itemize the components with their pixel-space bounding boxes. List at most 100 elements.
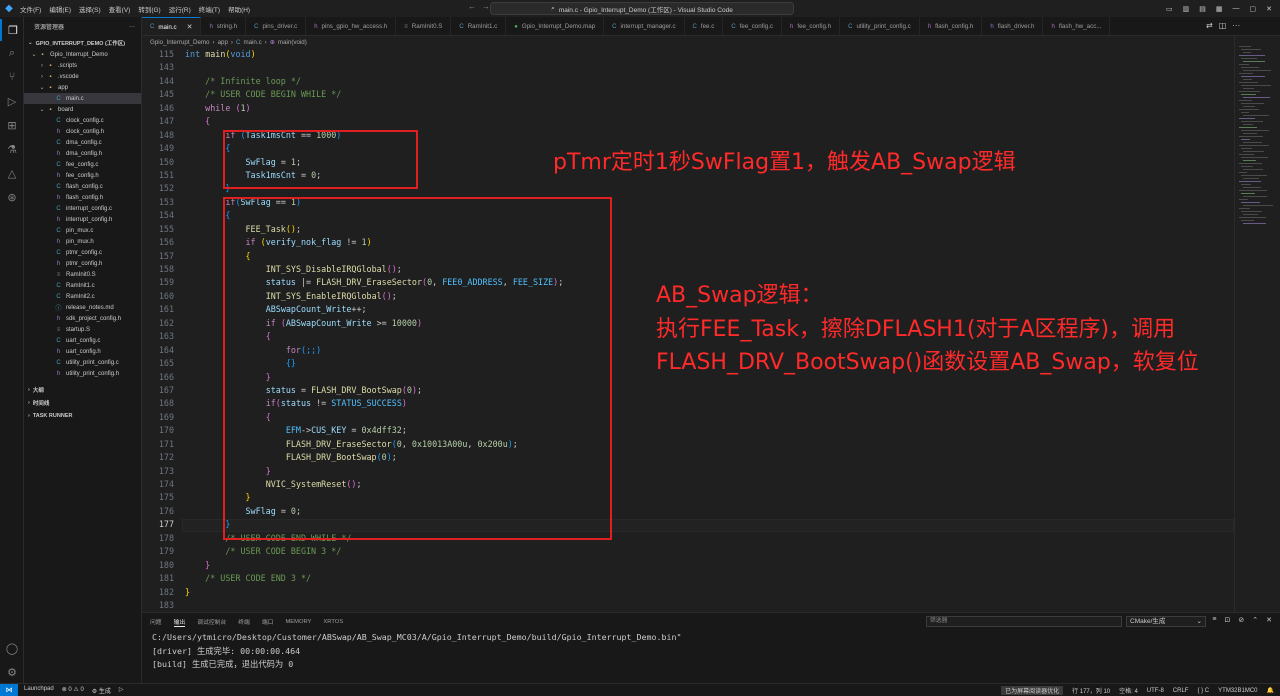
launchpad-button[interactable]: Launchpad	[24, 686, 54, 695]
editor-tab[interactable]: Cinterrupt_manager.c	[604, 17, 685, 35]
menu-item[interactable]: 编辑(E)	[49, 4, 71, 14]
editor-tab[interactable]: Cmain.c ✕	[142, 17, 202, 35]
minimap[interactable]	[1234, 36, 1280, 612]
minimize-button[interactable]: —	[1233, 5, 1240, 12]
output-filter-input[interactable]: 筛选器	[926, 616, 1122, 627]
tree-item[interactable]: ⓘ release_notes.md	[24, 302, 141, 313]
editor-tab[interactable]: ● Gpio_Interrupt_Demo.map	[506, 17, 605, 35]
tree-item[interactable]: Cclock_config.c	[24, 115, 141, 126]
editor-tab[interactable]: Cfee_config.c	[723, 17, 783, 35]
command-center[interactable]: ⌕ main.c - Gpio_Interrupt_Demo (工作区) - V…	[490, 2, 794, 15]
panel-tab[interactable]: 终端	[238, 617, 250, 626]
panel-tab[interactable]: 输出	[173, 617, 186, 627]
search-icon[interactable]: ⌕	[0, 42, 24, 64]
outline-section[interactable]: › 大纲	[24, 383, 141, 396]
close-panel-icon[interactable]: ✕	[1266, 616, 1272, 624]
menu-item[interactable]: 终端(T)	[199, 4, 220, 14]
breadcrumb-item[interactable]: main.c	[243, 39, 261, 46]
more-actions-icon[interactable]: ···	[1232, 21, 1240, 30]
tree-item[interactable]: Cpin_mux.c	[24, 225, 141, 236]
menu-item[interactable]: 查看(V)	[109, 4, 131, 14]
editor-tab[interactable]: Cfee.c	[685, 17, 724, 35]
panel-tab[interactable]: 端口	[262, 617, 274, 626]
workspace-section[interactable]: ⌄ GPIO_INTERRUPT_DEMO (工作区)	[24, 36, 141, 49]
encoding[interactable]: UTF-8	[1147, 688, 1164, 694]
lock-icon[interactable]: ⊡	[1225, 616, 1231, 624]
tree-item[interactable]: h flash_config.h	[24, 192, 141, 203]
run-debug-icon[interactable]: ▷	[0, 90, 24, 112]
output-channel-select[interactable]: CMake/生成 ⌄	[1126, 616, 1206, 627]
tree-item[interactable]: C RamInit2.c	[24, 291, 141, 302]
screen-reader-hint[interactable]: 已为屏幕阅读器优化	[1001, 686, 1064, 695]
layout-icon[interactable]: ▤	[1199, 5, 1206, 13]
list-icon[interactable]: ≡	[1212, 616, 1216, 624]
explorer-icon[interactable]: ❐	[0, 19, 24, 41]
source-control-icon[interactable]: ⑂	[0, 66, 24, 88]
testing-icon[interactable]: ⚗	[0, 138, 24, 160]
editor-tab[interactable]: h pins_gpio_hw_access.h	[306, 17, 397, 35]
tree-item[interactable]: h uart_config.h	[24, 346, 141, 357]
tree-item[interactable]: ⌄ ▪ app	[24, 82, 141, 93]
maximize-panel-icon[interactable]: ⌃	[1252, 616, 1258, 624]
remote-icon[interactable]: ⊛	[0, 186, 24, 208]
compare-icon[interactable]: ⇄	[1206, 21, 1213, 30]
back-icon[interactable]: ←	[468, 2, 476, 11]
timeline-section[interactable]: › 时间线	[24, 396, 141, 409]
editor-tab[interactable]: h flash_hw_acc...	[1043, 17, 1111, 35]
cmake-icon[interactable]: △	[0, 162, 24, 184]
tree-item[interactable]: › ▪ .scripts	[24, 60, 141, 71]
maximize-button[interactable]: ▢	[1250, 5, 1257, 13]
tree-item[interactable]: h clock_config.h	[24, 126, 141, 137]
tree-item[interactable]: h dma_config.h	[24, 148, 141, 159]
clear-icon[interactable]: ⊘	[1238, 616, 1244, 624]
menu-item[interactable]: 帮助(H)	[228, 4, 250, 14]
build-button[interactable]: ⚙ 生成	[92, 686, 111, 695]
tree-item[interactable]: Cutility_print_config.c	[24, 357, 141, 368]
panel-tab[interactable]: XRTOS	[323, 619, 343, 625]
tree-item[interactable]: Cuart_config.c	[24, 335, 141, 346]
tree-item[interactable]: h interrupt_config.h	[24, 214, 141, 225]
editor-tab[interactable]: C RamInit1.c	[451, 17, 507, 35]
cursor-position[interactable]: 行 177，列 10	[1072, 686, 1110, 695]
tree-item[interactable]: Cptmr_config.c	[24, 247, 141, 258]
layout-icon[interactable]: ▭	[1166, 5, 1173, 13]
tree-item[interactable]: Cflash_config.c	[24, 181, 141, 192]
tree-item[interactable]: ≡ RamInit0.S	[24, 269, 141, 280]
problems-counter[interactable]: ⊗ 0 ⚠ 0	[62, 686, 84, 695]
layout-icon[interactable]: ▥	[1183, 5, 1190, 13]
tree-item[interactable]: › ▪ .vscode	[24, 71, 141, 82]
tree-item[interactable]: h ptmr_config.h	[24, 258, 141, 269]
tree-item[interactable]: ⌄ ▪ Gpio_Interrupt_Demo	[24, 49, 141, 60]
language-mode[interactable]: { } C	[1197, 688, 1209, 694]
editor-tab[interactable]: h flash_driver.h	[982, 17, 1044, 35]
tree-item[interactable]: C RamInit1.c	[24, 280, 141, 291]
task-runner-section[interactable]: › TASK RUNNER	[24, 409, 141, 422]
run-button[interactable]: ▷	[119, 686, 124, 695]
menu-item[interactable]: 运行(R)	[169, 4, 191, 14]
notifications-bell-icon[interactable]: 🔔	[1267, 687, 1274, 694]
extensions-icon[interactable]: ⊞	[0, 114, 24, 136]
account-icon[interactable]: ◯	[0, 637, 24, 659]
tree-item[interactable]: h sdk_project_config.h	[24, 313, 141, 324]
tree-item[interactable]: Cinterrupt_config.c	[24, 203, 141, 214]
panel-tab[interactable]: 问题	[150, 617, 162, 626]
menu-item[interactable]: 文件(F)	[20, 4, 41, 14]
tree-item[interactable]: Cfee_config.c	[24, 159, 141, 170]
breadcrumb-item[interactable]: app	[218, 39, 228, 46]
editor-tab[interactable]: h flash_config.h	[920, 17, 983, 35]
tree-item[interactable]: Cmain.c	[24, 93, 141, 104]
menu-item[interactable]: 选择(S)	[79, 4, 101, 14]
end-of-line[interactable]: CRLF	[1173, 688, 1189, 694]
remote-indicator-icon[interactable]: ⋈	[0, 683, 18, 696]
editor-tab[interactable]: Cutility_print_config.c	[840, 17, 920, 35]
more-actions-icon[interactable]: ···	[129, 24, 135, 30]
tree-item[interactable]: h utility_print_config.h	[24, 368, 141, 379]
device-selector[interactable]: YTM32B1MC0	[1218, 688, 1257, 694]
breadcrumb-item[interactable]: Gpio_Interrupt_Demo	[150, 39, 210, 46]
panel-tab[interactable]: MEMORY	[285, 619, 311, 625]
editor-tab[interactable]: ≡ RamInit0.S	[396, 17, 452, 35]
tree-item[interactable]: Cdma_config.c	[24, 137, 141, 148]
menu-item[interactable]: 转到(G)	[138, 4, 160, 14]
tree-item[interactable]: ⌄ ▪ board	[24, 104, 141, 115]
editor-tab[interactable]: Cpins_driver.c	[246, 17, 307, 35]
